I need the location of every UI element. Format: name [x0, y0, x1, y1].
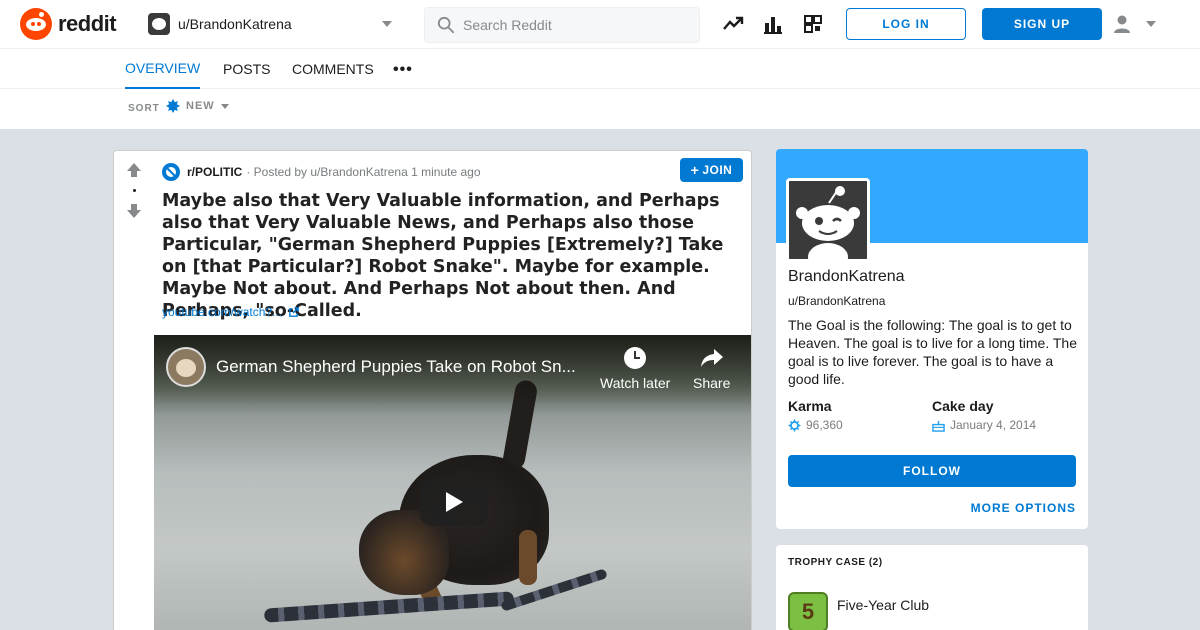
tab-overview[interactable]: OVERVIEW — [125, 49, 201, 89]
trophy-case-title: TROPHY CASE (2) — [788, 557, 883, 568]
chevron-down-icon — [1146, 21, 1156, 27]
cake-icon — [932, 420, 945, 432]
vote-column — [114, 151, 154, 630]
search-box[interactable] — [424, 7, 700, 43]
logo-text: reddit — [58, 11, 117, 36]
trophy-case: TROPHY CASE (2) 5 Five-Year Club — [776, 545, 1088, 630]
profile-username: u/BrandonKatrena — [788, 294, 886, 308]
karma-sparkle-icon — [788, 418, 801, 432]
cake-day-label: Cake day — [932, 398, 994, 414]
video-title[interactable]: German Shepherd Puppies Take on Robot Sn… — [216, 357, 576, 377]
profile-bio: The Goal is the following: The goal is t… — [788, 317, 1077, 387]
search-icon — [437, 16, 455, 34]
profile-tabs: OVERVIEW POSTS COMMENTS ••• — [0, 49, 1200, 89]
user-dropdown-label: u/BrandonKatrena — [178, 16, 292, 32]
watch-later-button[interactable]: Watch later — [600, 347, 670, 391]
five-year-club-icon: 5 — [788, 592, 828, 630]
karma-label: Karma — [788, 398, 832, 414]
login-button[interactable]: LOG IN — [846, 8, 966, 40]
search-input[interactable] — [463, 17, 683, 33]
new-sparkle-icon — [166, 99, 180, 113]
share-label: Share — [693, 375, 731, 391]
sort-value: NEW — [186, 100, 215, 112]
external-link-icon — [289, 306, 299, 317]
profile-display-name: BrandonKatrena — [788, 268, 905, 285]
reddit-snoo-icon — [20, 8, 52, 40]
profile-avatar — [786, 178, 870, 262]
channel-avatar[interactable] — [166, 347, 206, 387]
user-dropdown[interactable]: u/BrandonKatrena — [140, 8, 402, 40]
watch-later-label: Watch later — [600, 375, 671, 391]
user-icon — [1114, 15, 1130, 33]
sort-dropdown[interactable]: NEW — [166, 99, 229, 113]
join-label: JOIN — [702, 163, 733, 177]
sort-label: SORT — [128, 103, 160, 114]
profile-card: BrandonKatrena u/BrandonKatrena The Goal… — [776, 149, 1088, 529]
reddit-logo[interactable]: reddit — [20, 8, 117, 40]
post-meta: r/POLITIC · Posted by u/BrandonKatrena 1… — [162, 163, 481, 181]
user-avatar-icon — [148, 13, 170, 35]
trending-icon[interactable] — [722, 13, 744, 35]
follow-button[interactable]: FOLLOW — [788, 455, 1076, 487]
plus-icon: + — [690, 162, 700, 178]
cake-day-value: January 4, 2014 — [932, 418, 1036, 432]
join-button[interactable]: + JOIN — [680, 158, 743, 182]
tab-posts[interactable]: POSTS — [223, 49, 270, 89]
signup-button[interactable]: SIGN UP — [982, 8, 1102, 40]
user-menu-dropdown[interactable] — [1112, 12, 1162, 36]
tab-comments[interactable]: COMMENTS — [292, 49, 374, 89]
sort-bar: SORT NEW — [0, 89, 1200, 129]
post-link-text: youtube.com/watch?... — [162, 305, 283, 319]
video-embed[interactable]: German Shepherd Puppies Take on Robot Sn… — [154, 335, 751, 630]
downvote-icon[interactable] — [126, 203, 142, 219]
more-tabs-icon[interactable]: ••• — [393, 61, 413, 79]
upvote-icon[interactable] — [126, 162, 142, 178]
chevron-down-icon — [220, 103, 229, 109]
subreddit-icon — [162, 163, 180, 181]
top-header: reddit u/BrandonKatrena LOG IN SIGN UP — [0, 0, 1200, 49]
share-icon — [700, 349, 723, 367]
play-button[interactable] — [420, 478, 488, 526]
post-card[interactable]: r/POLITIC · Posted by u/BrandonKatrena 1… — [113, 150, 752, 630]
subreddit-link[interactable]: r/POLITIC — [187, 165, 242, 179]
play-icon — [446, 492, 463, 512]
leaderboard-icon[interactable] — [762, 13, 784, 35]
posted-by: · Posted by u/BrandonKatrena 1 minute ag… — [246, 165, 481, 179]
more-options-button[interactable]: MORE OPTIONS — [971, 501, 1076, 515]
karma-value: 96,360 — [788, 418, 843, 432]
post-title[interactable]: Maybe also that Very Valuable informatio… — [162, 190, 742, 322]
post-external-link[interactable]: youtube.com/watch?... — [162, 305, 299, 319]
share-button[interactable]: Share — [693, 347, 730, 391]
trophy-name: Five-Year Club — [837, 597, 930, 613]
clock-icon — [624, 347, 647, 369]
snoo-avatar-icon — [789, 181, 867, 259]
chevron-down-icon — [382, 21, 392, 27]
vote-score — [133, 189, 136, 192]
reddit-coins-icon[interactable] — [802, 13, 824, 35]
